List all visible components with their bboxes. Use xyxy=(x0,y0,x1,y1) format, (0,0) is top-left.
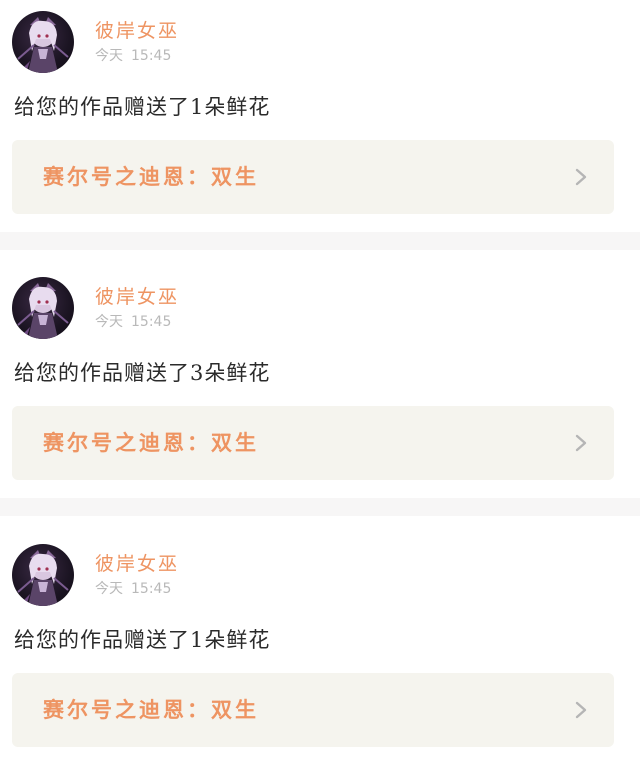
work-link[interactable]: 赛尔号之迪恩：双生 xyxy=(12,406,614,480)
user-avatar[interactable] xyxy=(12,544,74,606)
card-divider xyxy=(0,498,640,516)
anime-girl-avatar-icon xyxy=(17,550,69,606)
time-label: 15:45 xyxy=(131,314,172,330)
notification-feed: 彼岸女巫 今天 15:45 给您的作品赠送了1朵鲜花 赛尔号之迪恩：双生 彼岸女… xyxy=(0,0,640,761)
card-divider xyxy=(0,232,640,250)
work-title: 赛尔号之迪恩：双生 xyxy=(43,430,259,455)
time-label: 15:45 xyxy=(131,581,172,597)
user-avatar[interactable] xyxy=(12,11,74,73)
chevron-right-icon xyxy=(575,434,587,452)
date-label: 今天 xyxy=(95,581,123,597)
work-link[interactable]: 赛尔号之迪恩：双生 xyxy=(12,673,614,747)
chevron-right-icon xyxy=(575,168,587,186)
notification-message: 给您的作品赠送了1朵鲜花 xyxy=(14,95,271,119)
chevron-right-icon xyxy=(575,701,587,719)
username[interactable]: 彼岸女巫 xyxy=(95,552,179,576)
user-avatar[interactable] xyxy=(12,277,74,339)
notification-message: 给您的作品赠送了1朵鲜花 xyxy=(14,628,271,652)
work-link[interactable]: 赛尔号之迪恩：双生 xyxy=(12,140,614,214)
anime-girl-avatar-icon xyxy=(17,283,69,339)
notification-card: 彼岸女巫 今天 15:45 给您的作品赠送了1朵鲜花 赛尔号之迪恩：双生 xyxy=(0,0,640,232)
work-title: 赛尔号之迪恩：双生 xyxy=(43,697,259,722)
notification-card: 彼岸女巫 今天 15:45 给您的作品赠送了1朵鲜花 赛尔号之迪恩：双生 xyxy=(0,533,640,761)
anime-girl-avatar-icon xyxy=(17,17,69,73)
username[interactable]: 彼岸女巫 xyxy=(95,19,179,43)
date-label: 今天 xyxy=(95,314,123,330)
timestamp: 今天 15:45 xyxy=(95,580,171,598)
timestamp: 今天 15:45 xyxy=(95,47,171,65)
notification-card: 彼岸女巫 今天 15:45 给您的作品赠送了3朵鲜花 赛尔号之迪恩：双生 xyxy=(0,266,640,498)
work-title: 赛尔号之迪恩：双生 xyxy=(43,164,259,189)
notification-message: 给您的作品赠送了3朵鲜花 xyxy=(14,361,271,385)
date-label: 今天 xyxy=(95,48,123,64)
timestamp: 今天 15:45 xyxy=(95,313,171,331)
time-label: 15:45 xyxy=(131,48,172,64)
username[interactable]: 彼岸女巫 xyxy=(95,285,179,309)
